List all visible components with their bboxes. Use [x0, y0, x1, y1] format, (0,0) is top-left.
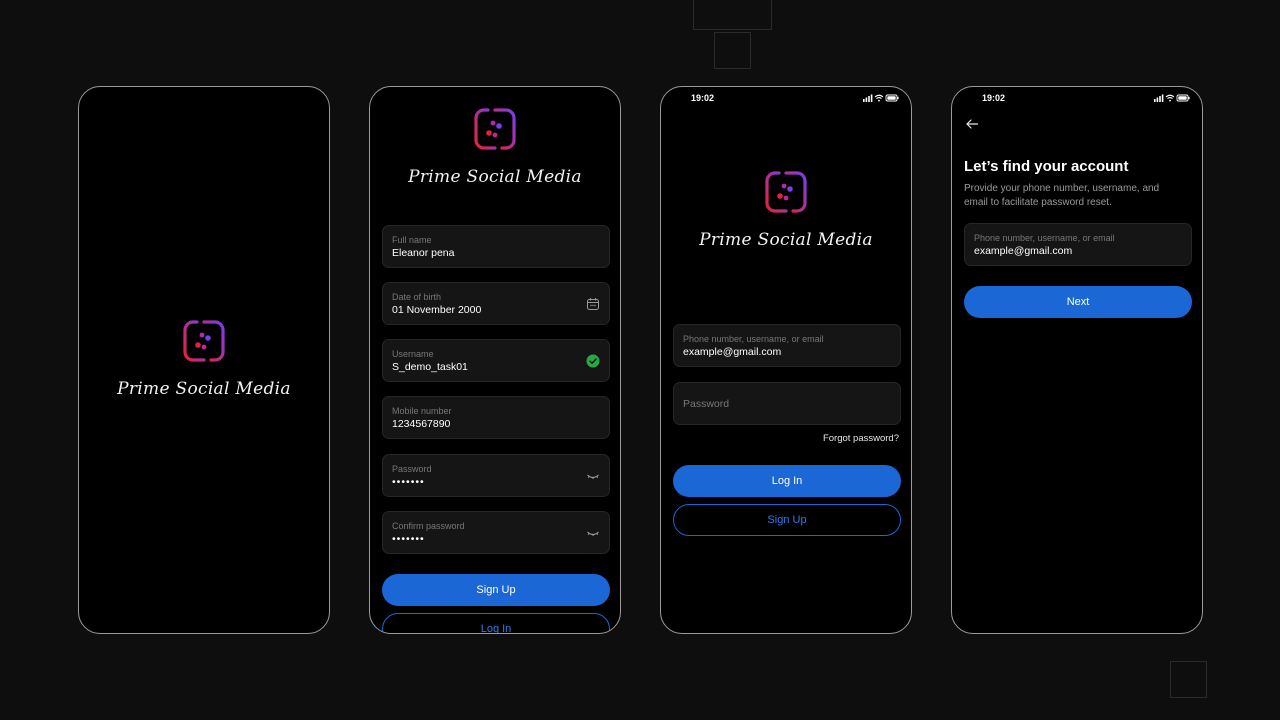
eye-closed-icon[interactable] [586, 526, 600, 540]
page-title: Let’s find your account [964, 158, 1129, 175]
date-of-birth-field[interactable]: Date of birth 01 November 2000 [382, 282, 610, 325]
full-name-field[interactable]: Full name Eleanor pena [382, 225, 610, 268]
status-time: 19:02 [691, 93, 715, 103]
brand-name: Prime Social Media [408, 167, 582, 187]
full-name-label: Full name [392, 235, 432, 245]
recover-identifier-value: example@gmail.com [974, 245, 1073, 257]
log-in-button[interactable]: Log In [673, 465, 901, 497]
calendar-icon[interactable] [586, 297, 600, 311]
recover-identifier-label: Phone number, username, or email [974, 233, 1115, 243]
forgot-password-link[interactable]: Forgot password? [823, 433, 899, 444]
sign-up-button[interactable]: Sign Up [673, 504, 901, 536]
login-password-field[interactable]: Password [673, 382, 901, 425]
confirm-password-label: Confirm password [392, 521, 465, 531]
date-of-birth-label: Date of birth [392, 292, 442, 302]
confirm-password-value: ••••••• [392, 533, 425, 545]
recover-identifier-field[interactable]: Phone number, username, or email example… [964, 223, 1192, 266]
username-value: S_demo_task01 [392, 361, 468, 373]
password-label: Password [392, 464, 432, 474]
date-of-birth-value: 01 November 2000 [392, 304, 482, 316]
splash-screen: Prime Social Media [78, 86, 330, 634]
login-password-placeholder: Password [683, 398, 730, 410]
confirm-password-field[interactable]: Confirm password ••••••• [382, 511, 610, 554]
brand-name: Prime Social Media [699, 230, 873, 250]
sign-up-button[interactable]: Sign Up [382, 574, 610, 606]
mobile-number-value: 1234567890 [392, 418, 451, 430]
decorative-frame-top [693, 0, 772, 30]
status-bar: 19:02 [661, 93, 911, 107]
log-in-button[interactable]: Log In [382, 613, 610, 633]
mobile-number-field[interactable]: Mobile number 1234567890 [382, 396, 610, 439]
mobile-number-label: Mobile number [392, 406, 452, 416]
brand-name: Prime Social Media [117, 379, 291, 399]
password-value: ••••••• [392, 476, 425, 488]
status-bar: 19:02 [952, 93, 1202, 107]
find-account-screen: 19:02 Let’s find your account Provide yo… [951, 86, 1203, 634]
next-button[interactable]: Next [964, 286, 1192, 318]
full-name-value: Eleanor pena [392, 247, 455, 259]
signup-screen: Prime Social Media Full name Eleanor pen… [369, 86, 621, 634]
app-logo-icon [182, 319, 226, 363]
app-logo-icon [764, 170, 808, 214]
decorative-frame-corner [1170, 661, 1207, 698]
eye-closed-icon[interactable] [586, 469, 600, 483]
app-logo-icon [473, 107, 517, 151]
check-circle-icon [586, 354, 600, 368]
page-description: Provide your phone number, username, and… [964, 183, 1160, 208]
login-identifier-field[interactable]: Phone number, username, or email example… [673, 324, 901, 367]
login-identifier-value: example@gmail.com [683, 346, 782, 358]
password-field[interactable]: Password ••••••• [382, 454, 610, 497]
username-field[interactable]: Username S_demo_task01 [382, 339, 610, 382]
status-icons [1154, 94, 1190, 104]
status-icons [863, 94, 899, 104]
arrow-left-icon[interactable] [965, 117, 979, 131]
username-label: Username [392, 349, 434, 359]
login-screen: 19:02 Prime Social Media Phone number, u… [660, 86, 912, 634]
login-identifier-label: Phone number, username, or email [683, 334, 824, 344]
status-time: 19:02 [982, 93, 1006, 103]
decorative-frame-small [714, 32, 751, 69]
